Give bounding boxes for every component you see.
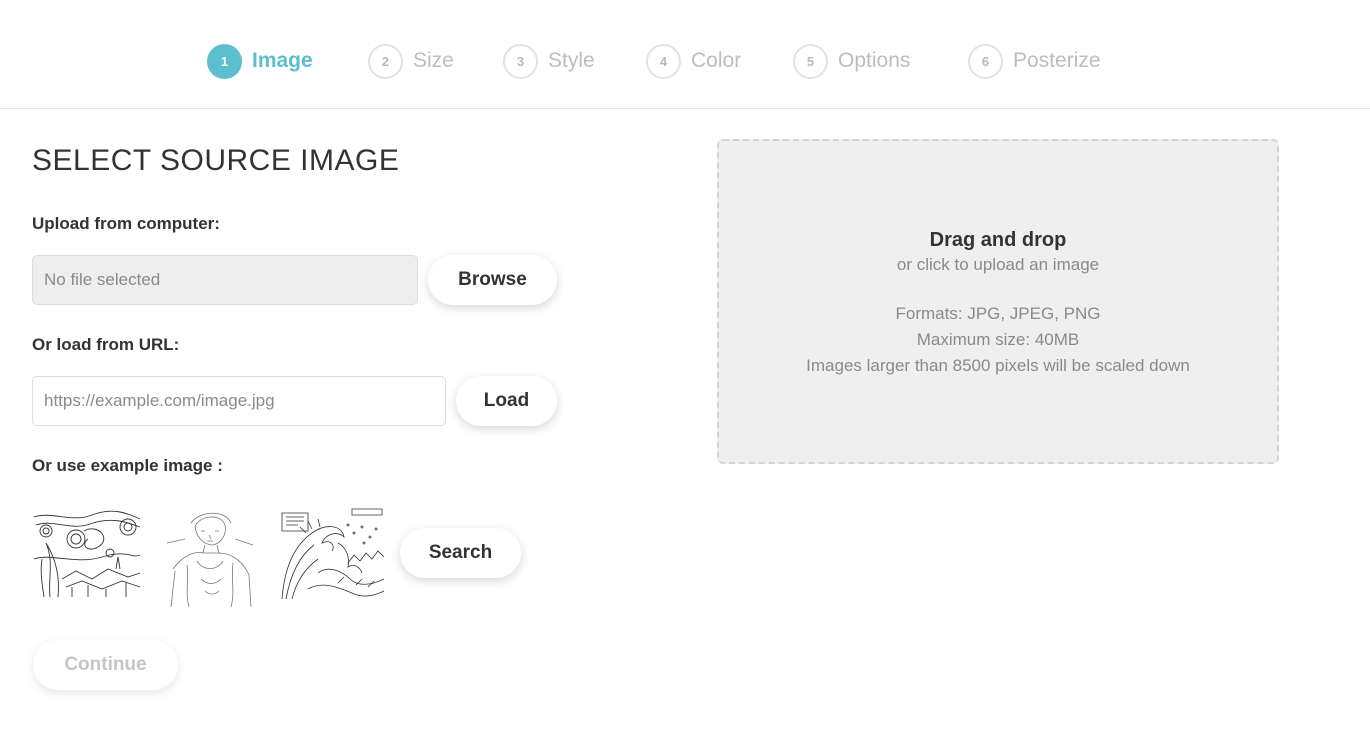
step-color[interactable]: 4 Color (646, 43, 741, 79)
step-number: 2 (368, 43, 403, 79)
dropzone-subtitle: or click to upload an image (896, 255, 1100, 274)
file-status-text: No file selected (44, 270, 161, 289)
upload-label: Upload from computer: (32, 214, 220, 233)
drag-and-drop-zone[interactable]: Drag and drop or click to upload an imag… (717, 139, 1279, 464)
example-images-label: Or use example image : (32, 456, 223, 475)
url-input[interactable] (32, 376, 446, 426)
continue-button[interactable]: Continue (33, 640, 178, 690)
step-number: 1 (207, 43, 242, 79)
step-number: 3 (503, 43, 538, 79)
dropzone-max-size: Maximum size: 40MB (916, 330, 1080, 349)
example-image-starry-night[interactable] (32, 509, 142, 598)
dropzone-title: Drag and drop (929, 229, 1067, 251)
step-label: Style (548, 49, 595, 72)
step-number: 5 (793, 43, 828, 79)
step-size[interactable]: 2 Size (368, 43, 454, 79)
url-label: Or load from URL: (32, 335, 180, 354)
browse-button[interactable]: Browse (428, 255, 557, 305)
step-progress-bar: 1 Image 2 Size 3 Style 4 Color 5 Options… (0, 0, 1370, 109)
step-label: Image (252, 49, 313, 72)
load-button[interactable]: Load (456, 376, 557, 426)
step-label: Posterize (1013, 49, 1101, 72)
dropzone-formats: Formats: JPG, JPEG, PNG (895, 304, 1101, 323)
step-label: Size (413, 49, 454, 72)
step-label: Options (838, 49, 911, 72)
example-image-portrait[interactable] (165, 509, 255, 607)
step-label: Color (691, 49, 742, 72)
dropzone-scale-note: Images larger than 8500 pixels will be s… (806, 356, 1190, 375)
step-style[interactable]: 3 Style (503, 43, 595, 79)
file-selection-field[interactable]: No file selected (32, 255, 418, 305)
search-button[interactable]: Search (400, 528, 521, 578)
step-image[interactable]: 1 Image (207, 43, 313, 79)
great-wave-sketch (281, 508, 385, 600)
woman-portrait-sketch (166, 512, 254, 607)
step-options[interactable]: 5 Options (793, 43, 910, 79)
step-number: 4 (646, 43, 681, 79)
step-posterize[interactable]: 6 Posterize (968, 43, 1101, 79)
step-number: 6 (968, 43, 1003, 79)
example-image-great-wave[interactable] (278, 503, 387, 603)
starry-night-sketch (33, 510, 141, 598)
page-title: SELECT SOURCE IMAGE (32, 144, 400, 177)
